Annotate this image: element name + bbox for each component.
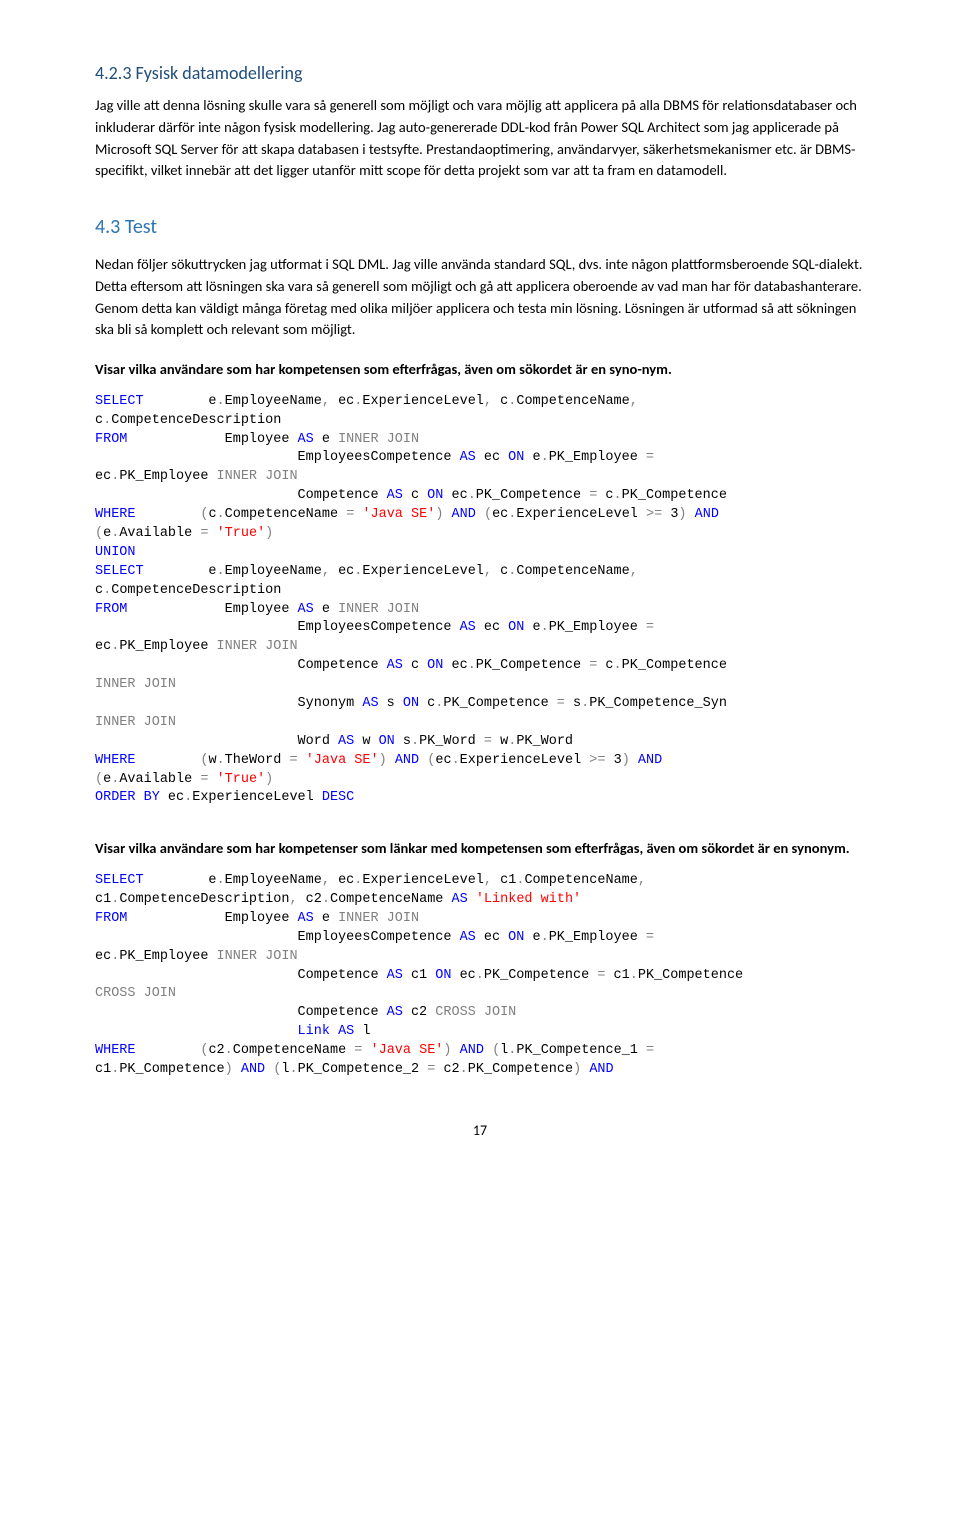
query-label-1: Visar vilka användare som har kompetense… bbox=[95, 359, 865, 381]
sql-code-block-1: SELECT e.EmployeeName, ec.ExperienceLeve… bbox=[95, 393, 865, 809]
section-heading-test: 4.3 Test bbox=[95, 212, 865, 242]
query-label-2: Visar vilka användare som har kompetense… bbox=[95, 838, 865, 860]
section-heading-physical-modeling: 4.2.3 Fysisk datamodellering bbox=[95, 60, 865, 87]
page-number: 17 bbox=[95, 1120, 865, 1141]
para-physical-modeling: Jag ville att denna lösning skulle vara … bbox=[95, 95, 865, 182]
para-test-intro: Nedan följer sökuttrycken jag utformat i… bbox=[95, 254, 865, 341]
sql-code-block-2: SELECT e.EmployeeName, ec.ExperienceLeve… bbox=[95, 872, 865, 1080]
